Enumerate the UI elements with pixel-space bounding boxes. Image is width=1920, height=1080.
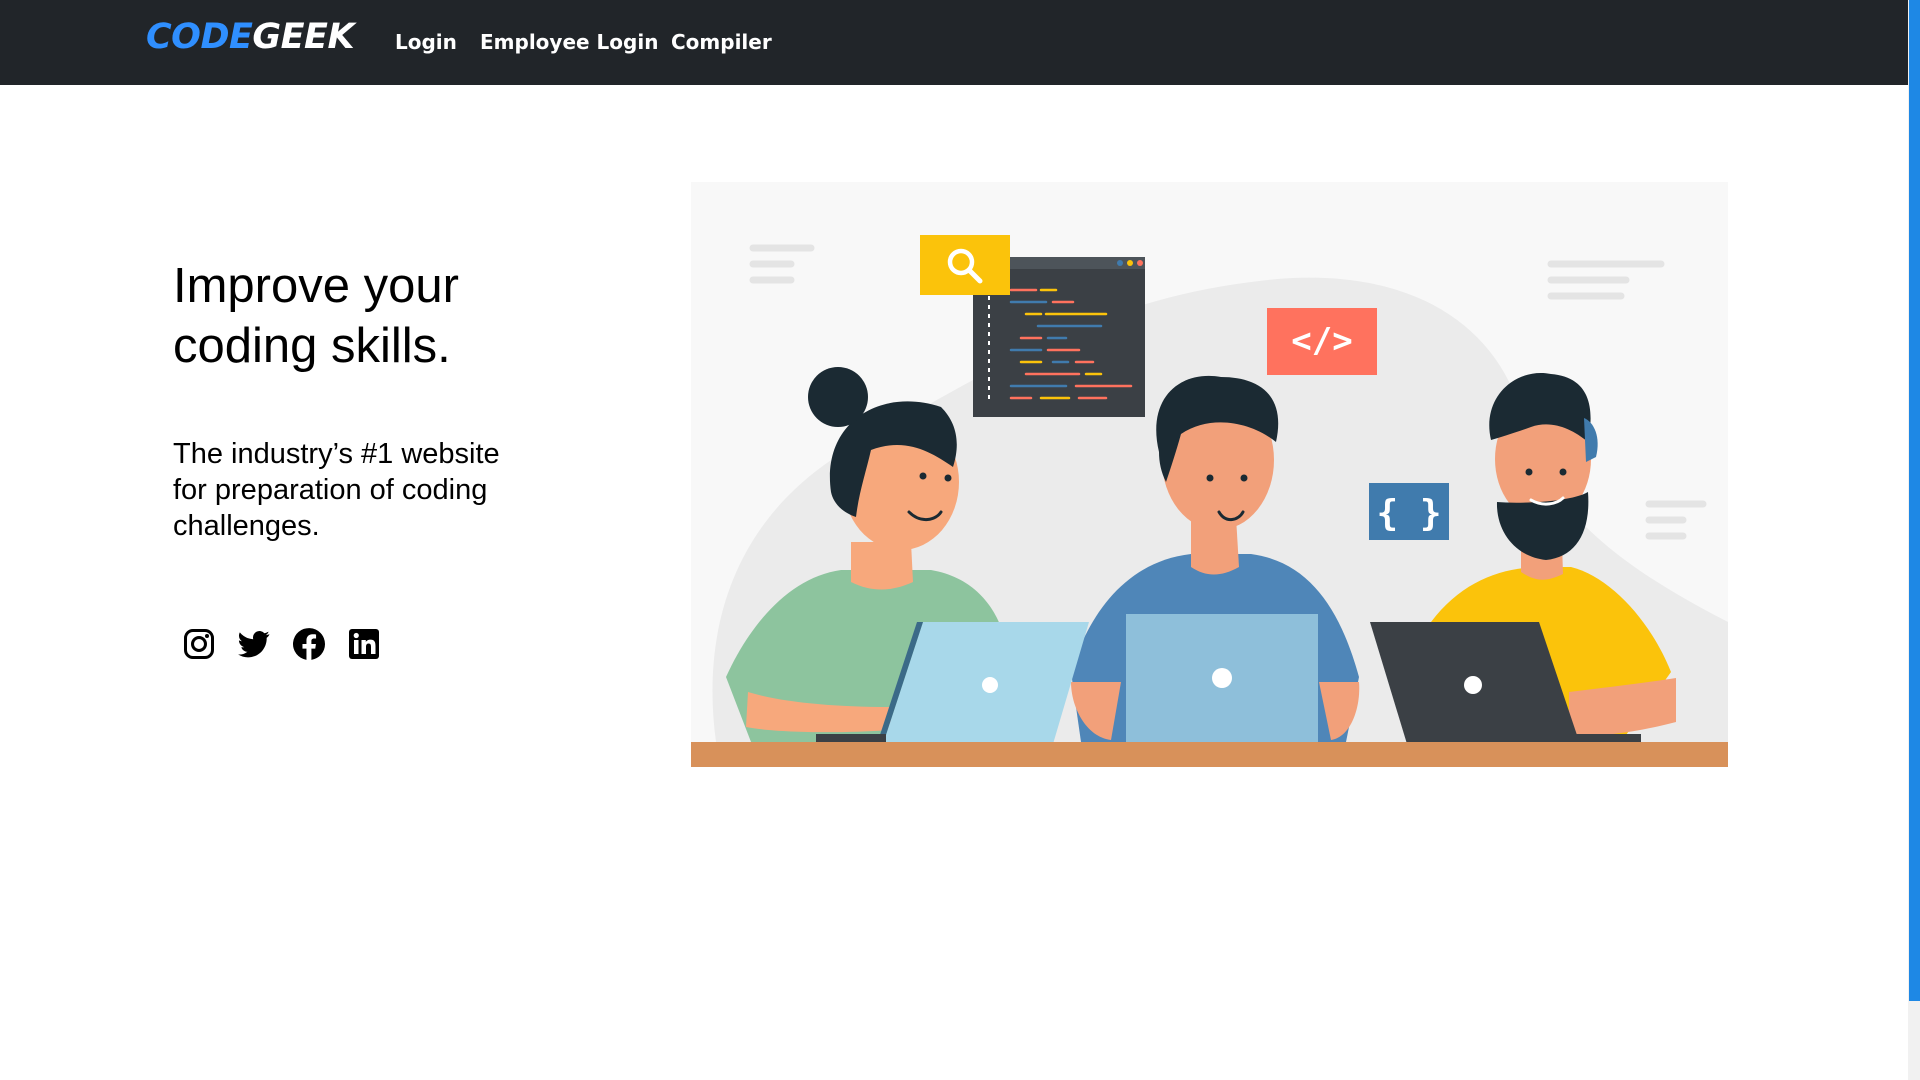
scrollbar-thumb[interactable]: [1909, 0, 1920, 1001]
hero-illustration: </> { }: [691, 182, 1728, 767]
navbar: CODEGEEK Login Employee Login Compiler: [0, 0, 1908, 85]
facebook-icon[interactable]: [293, 628, 325, 660]
nav-link-compiler[interactable]: Compiler: [671, 29, 772, 55]
braces-badge: { }: [1369, 483, 1449, 540]
brand-logo-geek: GEEK: [252, 17, 355, 57]
desk: [691, 742, 1728, 767]
code-tag-badge: </>: [1267, 308, 1377, 375]
nav-link-login[interactable]: Login: [395, 29, 457, 55]
linkedin-icon[interactable]: [348, 628, 380, 660]
nav-link-employee-login[interactable]: Employee Login: [480, 29, 658, 55]
instagram-icon[interactable]: [183, 628, 215, 660]
twitter-icon[interactable]: [238, 628, 270, 660]
laptop-middle: [1126, 614, 1318, 742]
brand-logo-code: CODE: [146, 17, 253, 57]
hero-subtitle: The industry’s #1 website for preparatio…: [173, 438, 500, 542]
search-badge: [920, 235, 1010, 295]
svg-text:</>: </>: [1291, 321, 1352, 361]
brand-logo[interactable]: CODEGEEK: [146, 15, 355, 60]
svg-text:{ }: { }: [1376, 493, 1441, 534]
hero-title: Improve your coding skills.: [173, 259, 459, 373]
